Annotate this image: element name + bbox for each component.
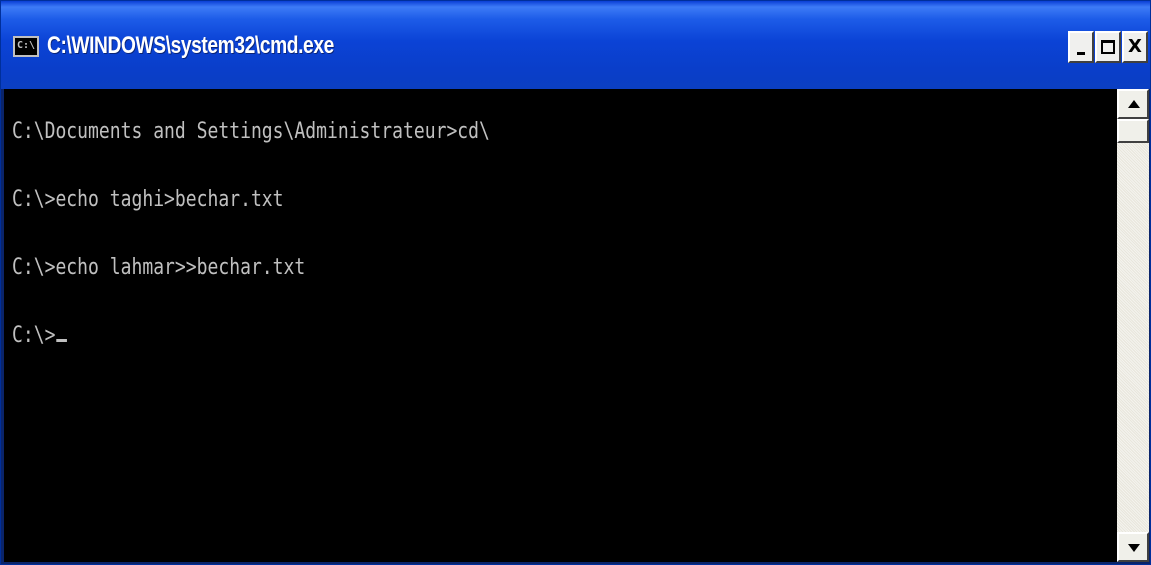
arrow-up-icon xyxy=(1128,100,1140,108)
console-prompt-line: C:\> xyxy=(12,323,67,349)
console-line: C:\Documents and Settings\Administrateur… xyxy=(12,119,490,144)
cmd-app-icon[interactable]: C:\ xyxy=(13,36,39,57)
vertical-scrollbar[interactable] xyxy=(1117,89,1149,562)
minimize-icon xyxy=(1077,51,1085,55)
minimize-button[interactable] xyxy=(1068,31,1094,63)
close-icon: X xyxy=(1128,36,1142,57)
console-line: C:\>echo lahmar>>bechar.txt xyxy=(12,255,306,280)
console-output[interactable]: C:\Documents and Settings\Administrateur… xyxy=(4,89,1117,562)
scroll-up-button[interactable] xyxy=(1117,89,1149,119)
arrow-down-icon xyxy=(1128,544,1140,552)
window-title: C:\WINDOWS\system32\cmd.exe xyxy=(47,32,334,59)
title-bar[interactable]: C:\ C:\WINDOWS\system32\cmd.exe X xyxy=(1,1,1150,89)
maximize-icon xyxy=(1101,40,1115,54)
console-line: C:\>echo taghi>bechar.txt xyxy=(12,187,284,212)
maximize-button[interactable] xyxy=(1095,31,1121,63)
scroll-down-button[interactable] xyxy=(1117,532,1149,562)
scroll-thumb[interactable] xyxy=(1117,119,1149,143)
close-button[interactable]: X xyxy=(1122,31,1148,63)
text-cursor xyxy=(56,339,67,342)
cmd-app-icon-label: C:\ xyxy=(17,40,36,51)
console-prompt: C:\> xyxy=(12,323,56,348)
cmd-window: C:\ C:\WINDOWS\system32\cmd.exe X C:\Doc… xyxy=(0,0,1151,565)
